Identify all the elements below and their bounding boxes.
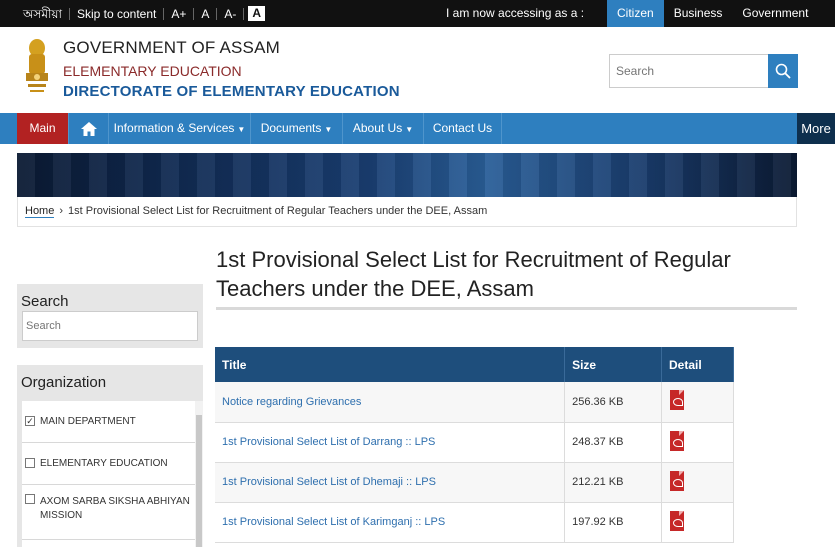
documents-table: Title Size Detail Notice regarding Griev…: [215, 347, 734, 543]
row-size-cell: 197.92 KB: [564, 502, 663, 543]
document-link[interactable]: 1st Provisional Select List of Darrang :…: [222, 436, 435, 448]
org-item-label: MAIN DEPARTMENT: [40, 415, 136, 427]
row-detail-cell: [661, 422, 734, 463]
role-government-button[interactable]: Government: [732, 0, 818, 27]
breadcrumb-current: 1st Provisional Select List for Recruitm…: [68, 205, 488, 217]
column-header-title[interactable]: Title: [215, 347, 566, 382]
pdf-icon[interactable]: [670, 390, 685, 411]
document-link[interactable]: 1st Provisional Select List of Dhemaji :…: [222, 476, 436, 488]
row-detail-cell: [661, 502, 734, 543]
row-size-cell: 212.21 KB: [564, 462, 663, 503]
table-row: 1st Provisional Select List of Darrang :…: [215, 422, 734, 463]
nav-documents-label: Documents: [260, 121, 322, 135]
table-row: 1st Provisional Select List of Dhemaji :…: [215, 462, 734, 503]
document-link[interactable]: 1st Provisional Select List of Karimganj…: [222, 516, 445, 528]
accessibility-tools: অসমীয়া Skip to content A+ A A- A: [16, 0, 266, 27]
nav-information-services-label: Information & Services: [113, 121, 235, 135]
nav-home[interactable]: [69, 113, 109, 144]
row-detail-cell: [661, 462, 734, 503]
sidebar-search-panel: Search: [17, 284, 203, 348]
top-utility-bar: অসমীয়া Skip to content A+ A A- A I am n…: [0, 0, 835, 27]
organization-scrollbar[interactable]: [195, 401, 203, 547]
checkbox-icon[interactable]: [25, 494, 35, 504]
header-search-button[interactable]: [768, 54, 798, 88]
emblem-icon: [26, 39, 48, 92]
accessing-as-label: I am now accessing as a :: [446, 6, 585, 20]
row-title-cell: 1st Provisional Select List of Darrang :…: [215, 422, 566, 463]
org-item-elementary-education[interactable]: ELEMENTARY EDUCATION: [22, 443, 195, 485]
language-link[interactable]: অসমীয়া: [16, 7, 70, 20]
chevron-right-icon: ›: [59, 205, 64, 217]
org-item-axom-ssa-mission[interactable]: AXOM SARBA SIKSHA ABHIYAN MISSION: [22, 485, 195, 540]
table-row: Notice regarding Grievances 256.36 KB: [215, 382, 734, 423]
chevron-down-icon: ▼: [237, 125, 246, 134]
pdf-icon[interactable]: [670, 430, 685, 451]
department-title: ELEMENTARY EDUCATION: [63, 63, 242, 79]
nav-more[interactable]: More: [797, 113, 835, 144]
high-contrast-button[interactable]: A: [248, 6, 266, 21]
pdf-icon[interactable]: [670, 510, 685, 531]
role-switcher: Citizen Business Government: [607, 0, 818, 27]
govt-title: GOVERNMENT OF ASSAM: [63, 38, 280, 57]
main-navigation: Main Information & Services ▼ Documents ▼ …: [0, 113, 835, 144]
nav-information-services[interactable]: Information & Services ▼: [109, 113, 251, 144]
table-row: 1st Provisional Select List of Karimganj…: [215, 502, 734, 543]
org-item-main-department[interactable]: ✓ MAIN DEPARTMENT: [22, 401, 195, 443]
nav-contact-us[interactable]: Contact Us: [424, 113, 502, 144]
scrollbar-thumb[interactable]: [196, 415, 202, 547]
sidebar-search-title: Search: [21, 293, 69, 310]
font-normal-button[interactable]: A: [194, 7, 218, 20]
column-header-detail: Detail: [661, 347, 734, 382]
page-title: 1st Provisional Select List for Recruitm…: [216, 247, 731, 301]
nav-main[interactable]: Main: [17, 113, 69, 144]
row-size-cell: 256.36 KB: [564, 382, 663, 423]
site-branding[interactable]: GOVERNMENT OF ASSAM ELEMENTARY EDUCATION…: [63, 38, 400, 100]
breadcrumb-home-link[interactable]: Home: [25, 205, 55, 218]
document-link[interactable]: Notice regarding Grievances: [222, 396, 361, 408]
skip-to-content-link[interactable]: Skip to content: [70, 7, 165, 20]
title-divider: [216, 307, 797, 310]
row-detail-cell: [661, 382, 734, 423]
chevron-down-icon: ▼: [405, 125, 414, 134]
directorate-title: DIRECTORATE OF ELEMENTARY EDUCATION: [63, 83, 400, 100]
row-size-cell: 248.37 KB: [564, 422, 663, 463]
checkbox-checked-icon[interactable]: ✓: [25, 415, 35, 426]
org-item-label: AXOM SARBA SIKSHA ABHIYAN MISSION: [40, 496, 190, 521]
nav-documents[interactable]: Documents ▼: [251, 113, 343, 144]
page-banner: [17, 153, 797, 197]
checkbox-icon[interactable]: [25, 457, 35, 468]
org-item-label: ELEMENTARY EDUCATION: [40, 457, 168, 469]
table-header-row: Title Size Detail: [215, 347, 734, 382]
organization-list: ✓ MAIN DEPARTMENT ELEMENTARY EDUCATION A…: [22, 401, 195, 547]
row-title-cell: 1st Provisional Select List of Karimganj…: [215, 502, 566, 543]
sidebar-organization-panel: Organization ✓ MAIN DEPARTMENT ELEMENTAR…: [17, 365, 203, 547]
pdf-icon[interactable]: [670, 470, 685, 491]
header-search-input[interactable]: [609, 54, 769, 88]
font-decrease-button[interactable]: A-: [217, 7, 245, 20]
font-increase-button[interactable]: A+: [164, 7, 195, 20]
row-title-cell: Notice regarding Grievances: [215, 382, 566, 423]
organization-title: Organization: [21, 374, 107, 391]
nav-about-us[interactable]: About Us ▼: [343, 113, 424, 144]
sidebar-search-input[interactable]: [22, 311, 198, 341]
breadcrumb: Home › 1st Provisional Select List for Rec…: [17, 197, 797, 227]
column-header-size[interactable]: Size: [564, 347, 663, 382]
role-business-button[interactable]: Business: [664, 0, 733, 27]
row-title-cell: 1st Provisional Select List of Dhemaji :…: [215, 462, 566, 503]
nav-about-us-label: About Us: [352, 121, 403, 135]
search-icon: [775, 63, 791, 79]
home-icon: [80, 121, 97, 136]
role-citizen-button[interactable]: Citizen: [607, 0, 664, 27]
chevron-down-icon: ▼: [324, 125, 333, 134]
